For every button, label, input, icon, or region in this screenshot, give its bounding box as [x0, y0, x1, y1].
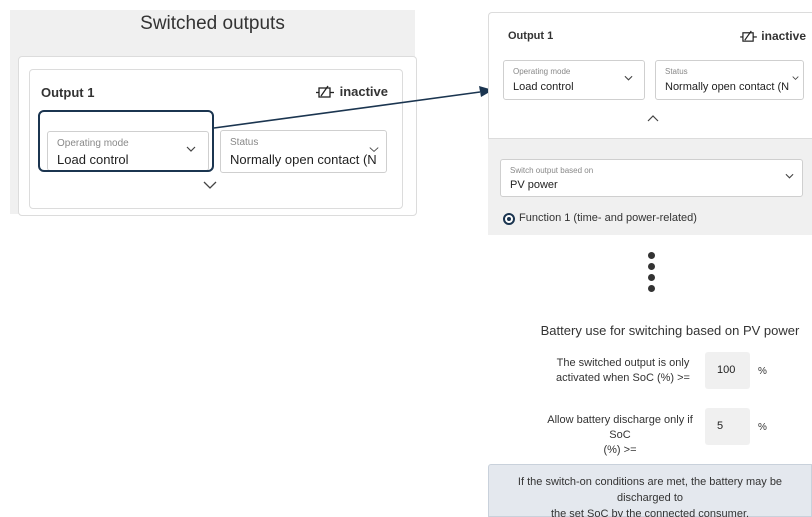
- info-line-2: the set SoC by the connected consumer.: [550, 508, 750, 517]
- info-message: If the switch-on conditions are met, the…: [488, 464, 812, 517]
- status-text: inactive: [339, 84, 388, 99]
- relay-switch-icon: [315, 85, 334, 98]
- ellipsis-dot: [648, 252, 655, 259]
- output-title: Output 1: [508, 30, 554, 42]
- operating-mode-label: Operating mode: [513, 67, 571, 76]
- highlight-frame: [38, 110, 214, 172]
- info-line-1: If the switch-on conditions are met, the…: [517, 476, 783, 504]
- chevron-up-icon[interactable]: [647, 115, 659, 122]
- function-1-radio[interactable]: [503, 213, 515, 225]
- relay-switch-icon: [740, 30, 758, 42]
- ellipsis-dot: [648, 285, 655, 292]
- soc-discharge-unit: %: [758, 422, 767, 433]
- ellipsis-dot: [648, 263, 655, 270]
- page-title: Switched outputs: [140, 13, 285, 34]
- soc-activation-label-line2: activated when SoC (%) >=: [556, 372, 690, 384]
- chevron-down-icon: [366, 146, 379, 153]
- soc-activation-label-line1: The switched output is only: [556, 357, 690, 369]
- soc-discharge-label: Allow battery discharge only if SoC (%) …: [538, 413, 702, 458]
- status-select[interactable]: Status Normally open contact (N: [655, 60, 804, 100]
- function-1-label: Function 1 (time- and power-related): [519, 212, 697, 224]
- soc-activation-input[interactable]: 100: [705, 352, 750, 389]
- soc-activation-unit: %: [758, 366, 767, 377]
- chevron-down-icon[interactable]: [203, 181, 217, 189]
- output-status: inactive: [740, 29, 806, 43]
- soc-discharge-label-line2: (%) >=: [603, 444, 637, 456]
- ellipsis-dot: [648, 274, 655, 281]
- status-value: Normally open contact (N: [665, 81, 790, 93]
- chevron-down-icon: [789, 75, 799, 81]
- output-title: Output 1: [41, 85, 95, 100]
- status-text: inactive: [761, 29, 806, 43]
- soc-activation-label: The switched output is only activated wh…: [548, 356, 698, 386]
- output-status: inactive: [315, 84, 388, 99]
- chevron-down-icon: [785, 173, 794, 179]
- chevron-down-icon: [624, 75, 633, 81]
- status-select[interactable]: Status Normally open contact (N: [220, 130, 387, 173]
- switch-output-based-on-select[interactable]: Switch output based on PV power: [500, 159, 803, 197]
- operating-mode-select[interactable]: Operating mode Load control: [503, 60, 645, 100]
- switch-output-label: Switch output based on: [510, 166, 594, 175]
- battery-use-heading: Battery use for switching based on PV po…: [540, 323, 800, 338]
- switch-output-value: PV power: [510, 179, 558, 191]
- soc-discharge-input[interactable]: 5: [705, 408, 750, 445]
- operating-mode-value: Load control: [513, 81, 574, 93]
- status-label: Status: [665, 67, 688, 76]
- soc-discharge-label-line1: Allow battery discharge only if SoC: [547, 414, 693, 441]
- status-label: Status: [230, 137, 259, 148]
- status-value: Normally open contact (N: [230, 152, 377, 167]
